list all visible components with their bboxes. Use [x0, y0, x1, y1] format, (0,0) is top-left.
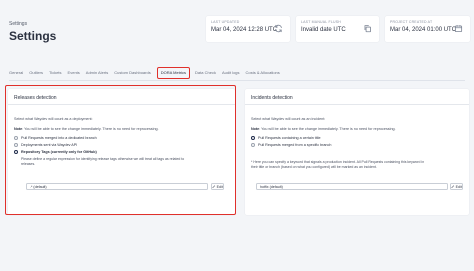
option-label: Pull Requests merged from a specific bra… [258, 143, 332, 147]
tab-audit-logs[interactable]: Audit logs [222, 68, 240, 78]
help-line: their title or branch (based on what you… [251, 165, 377, 169]
tab-data-check[interactable]: Data Check [195, 68, 216, 78]
breadcrumb[interactable]: Settings [9, 21, 27, 27]
last-manual-flush-card: LAST MANUAL FLUSH Invalid date UTC [296, 16, 379, 42]
tab-events[interactable]: Events [68, 68, 80, 78]
copy-icon[interactable] [363, 24, 372, 33]
tab-costs-allocations[interactable]: Costs & Allocations [246, 68, 280, 78]
panel-divider [245, 104, 469, 105]
incident-keyword-field[interactable]: hotfix (default) [256, 183, 448, 190]
incident-edit-button[interactable]: Edit [450, 183, 463, 190]
tab-outliers[interactable]: Outliers [29, 68, 43, 78]
last-updated-value: Mar 04, 2024 12:28 UTC [211, 27, 278, 33]
incidents-note: Note: You will be able to see the change… [251, 127, 396, 131]
refresh-icon[interactable] [274, 24, 283, 33]
tabs-divider [9, 80, 465, 81]
last-updated-label: LAST UPDATED [211, 20, 240, 24]
radio-button[interactable] [251, 143, 255, 147]
tab-admin-alerts[interactable]: Admin Alerts [86, 68, 108, 78]
tab-general[interactable]: General [9, 68, 23, 78]
calendar-icon [454, 24, 463, 33]
tab-dora-metrics[interactable]: DORA Metrics [156, 67, 191, 79]
note-text: : You will be able to see the change imm… [259, 127, 396, 131]
note-label: Note [251, 127, 260, 131]
pencil-icon [451, 185, 455, 188]
tab-custom-dashboards[interactable]: Custom Dashboards [114, 68, 150, 78]
project-created-card: PROJECT CREATED AT Mar 04, 2024 01:00 UT… [385, 16, 470, 42]
incident-option-pr-title[interactable]: Pull Requests containing a certain title [251, 136, 321, 140]
tab-tickets[interactable]: Tickets [49, 68, 62, 78]
project-created-value: Mar 04, 2024 01:00 UTC [390, 27, 457, 33]
last-manual-flush-label: LAST MANUAL FLUSH [301, 20, 341, 24]
project-created-label: PROJECT CREATED AT [390, 20, 433, 24]
edit-label: Edit [455, 184, 462, 189]
last-updated-card: LAST UPDATED Mar 04, 2024 12:28 UTC [206, 16, 290, 42]
radio-button-selected[interactable] [251, 136, 255, 140]
incidents-panel-title: Incidents detection [251, 95, 293, 101]
incidents-prompt: Select what Waydev will count as an inci… [251, 117, 326, 121]
last-manual-flush-value: Invalid date UTC [301, 27, 346, 33]
incident-keyword-help: * Here you can specify a keyword that si… [251, 160, 424, 170]
settings-tabs: General Outliers Tickets Events Admin Al… [9, 66, 286, 80]
releases-highlight-box [5, 85, 236, 215]
page-title: Settings [9, 29, 57, 43]
incidents-detection-panel: Incidents detection Select what Waydev w… [245, 89, 469, 215]
incident-option-pr-branch[interactable]: Pull Requests merged from a specific bra… [251, 143, 331, 147]
option-label: Pull Requests containing a certain title [258, 136, 321, 140]
